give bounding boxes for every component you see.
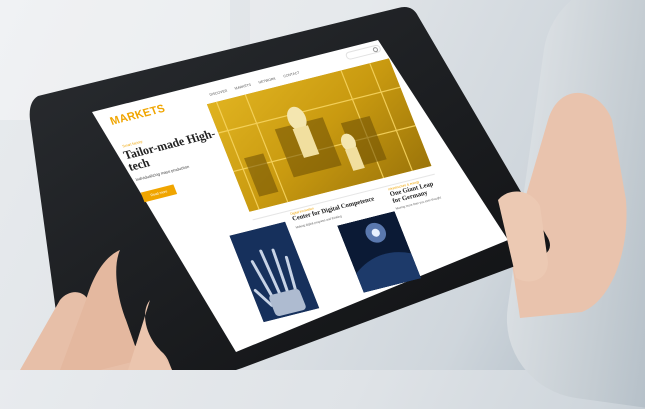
site-logo[interactable]: MARKETS [108, 103, 167, 128]
nav-item-markets[interactable]: Markets [234, 83, 252, 91]
photo-scene: MARKETS Discover Markets Network Contact… [0, 0, 645, 409]
robot-hand-image [229, 221, 320, 323]
nav-item-discover[interactable]: Discover [209, 89, 228, 97]
light-burst-image [337, 211, 422, 293]
nav-item-contact[interactable]: Contact [283, 71, 300, 79]
nav-item-network[interactable]: Network [258, 77, 277, 85]
hero-read-more-button[interactable]: Read more [140, 184, 178, 203]
search-box[interactable] [344, 44, 383, 61]
search-icon [372, 46, 379, 53]
hero-title: Tailor-made High-tech [121, 126, 218, 174]
